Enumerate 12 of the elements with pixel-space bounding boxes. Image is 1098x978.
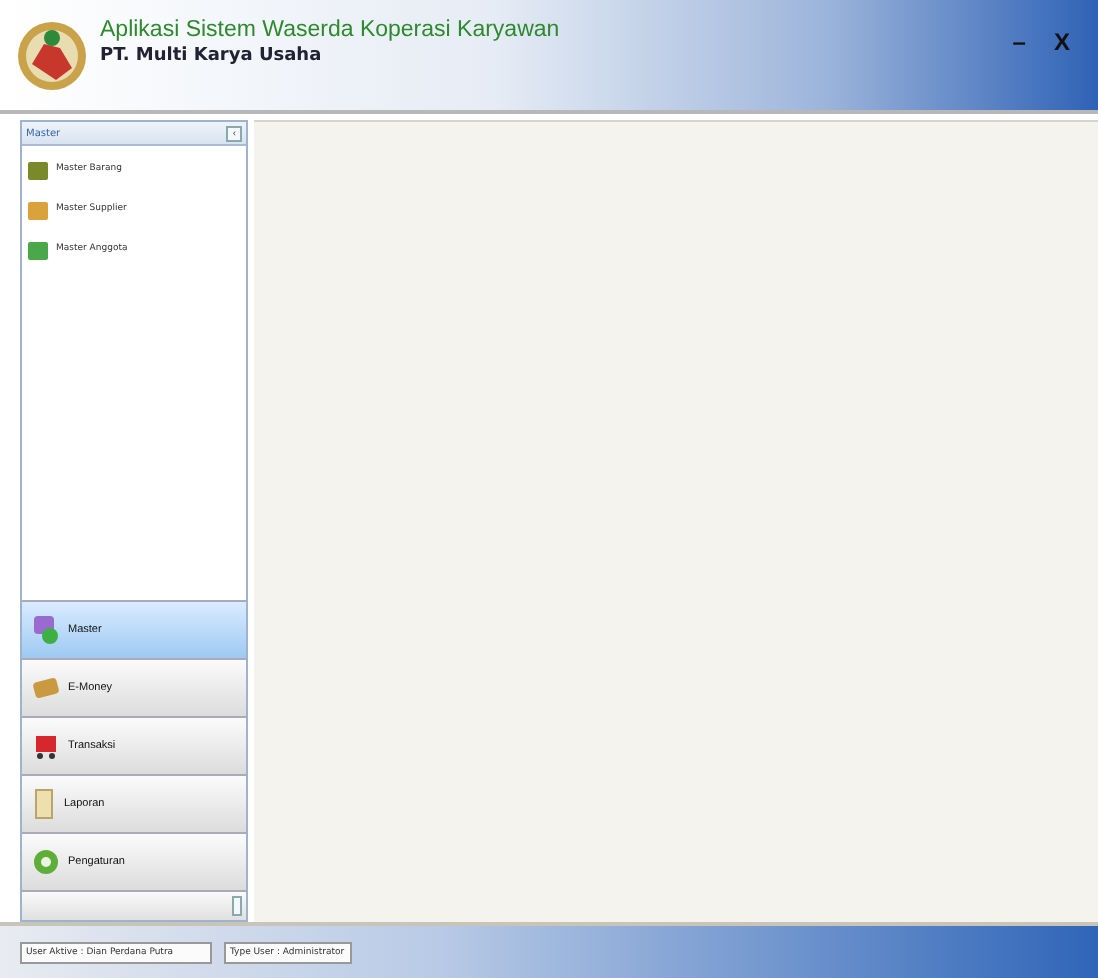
wallet-icon — [32, 676, 60, 700]
report-icon — [32, 788, 56, 820]
box-icon — [26, 157, 50, 181]
box-icon — [26, 197, 50, 221]
company-name: PT. Multi Karya Usaha — [100, 45, 324, 65]
cart-icon — [32, 732, 60, 760]
app-title: Aplikasi Sistem Waserda Koperasi Karyawan — [100, 17, 562, 41]
close-button[interactable]: X — [1045, 23, 1078, 59]
gear-icon — [32, 848, 60, 876]
stack-check-icon — [32, 614, 60, 646]
scroll-handle-icon[interactable] — [232, 896, 242, 916]
minimize-button[interactable]: – — [1004, 23, 1034, 59]
